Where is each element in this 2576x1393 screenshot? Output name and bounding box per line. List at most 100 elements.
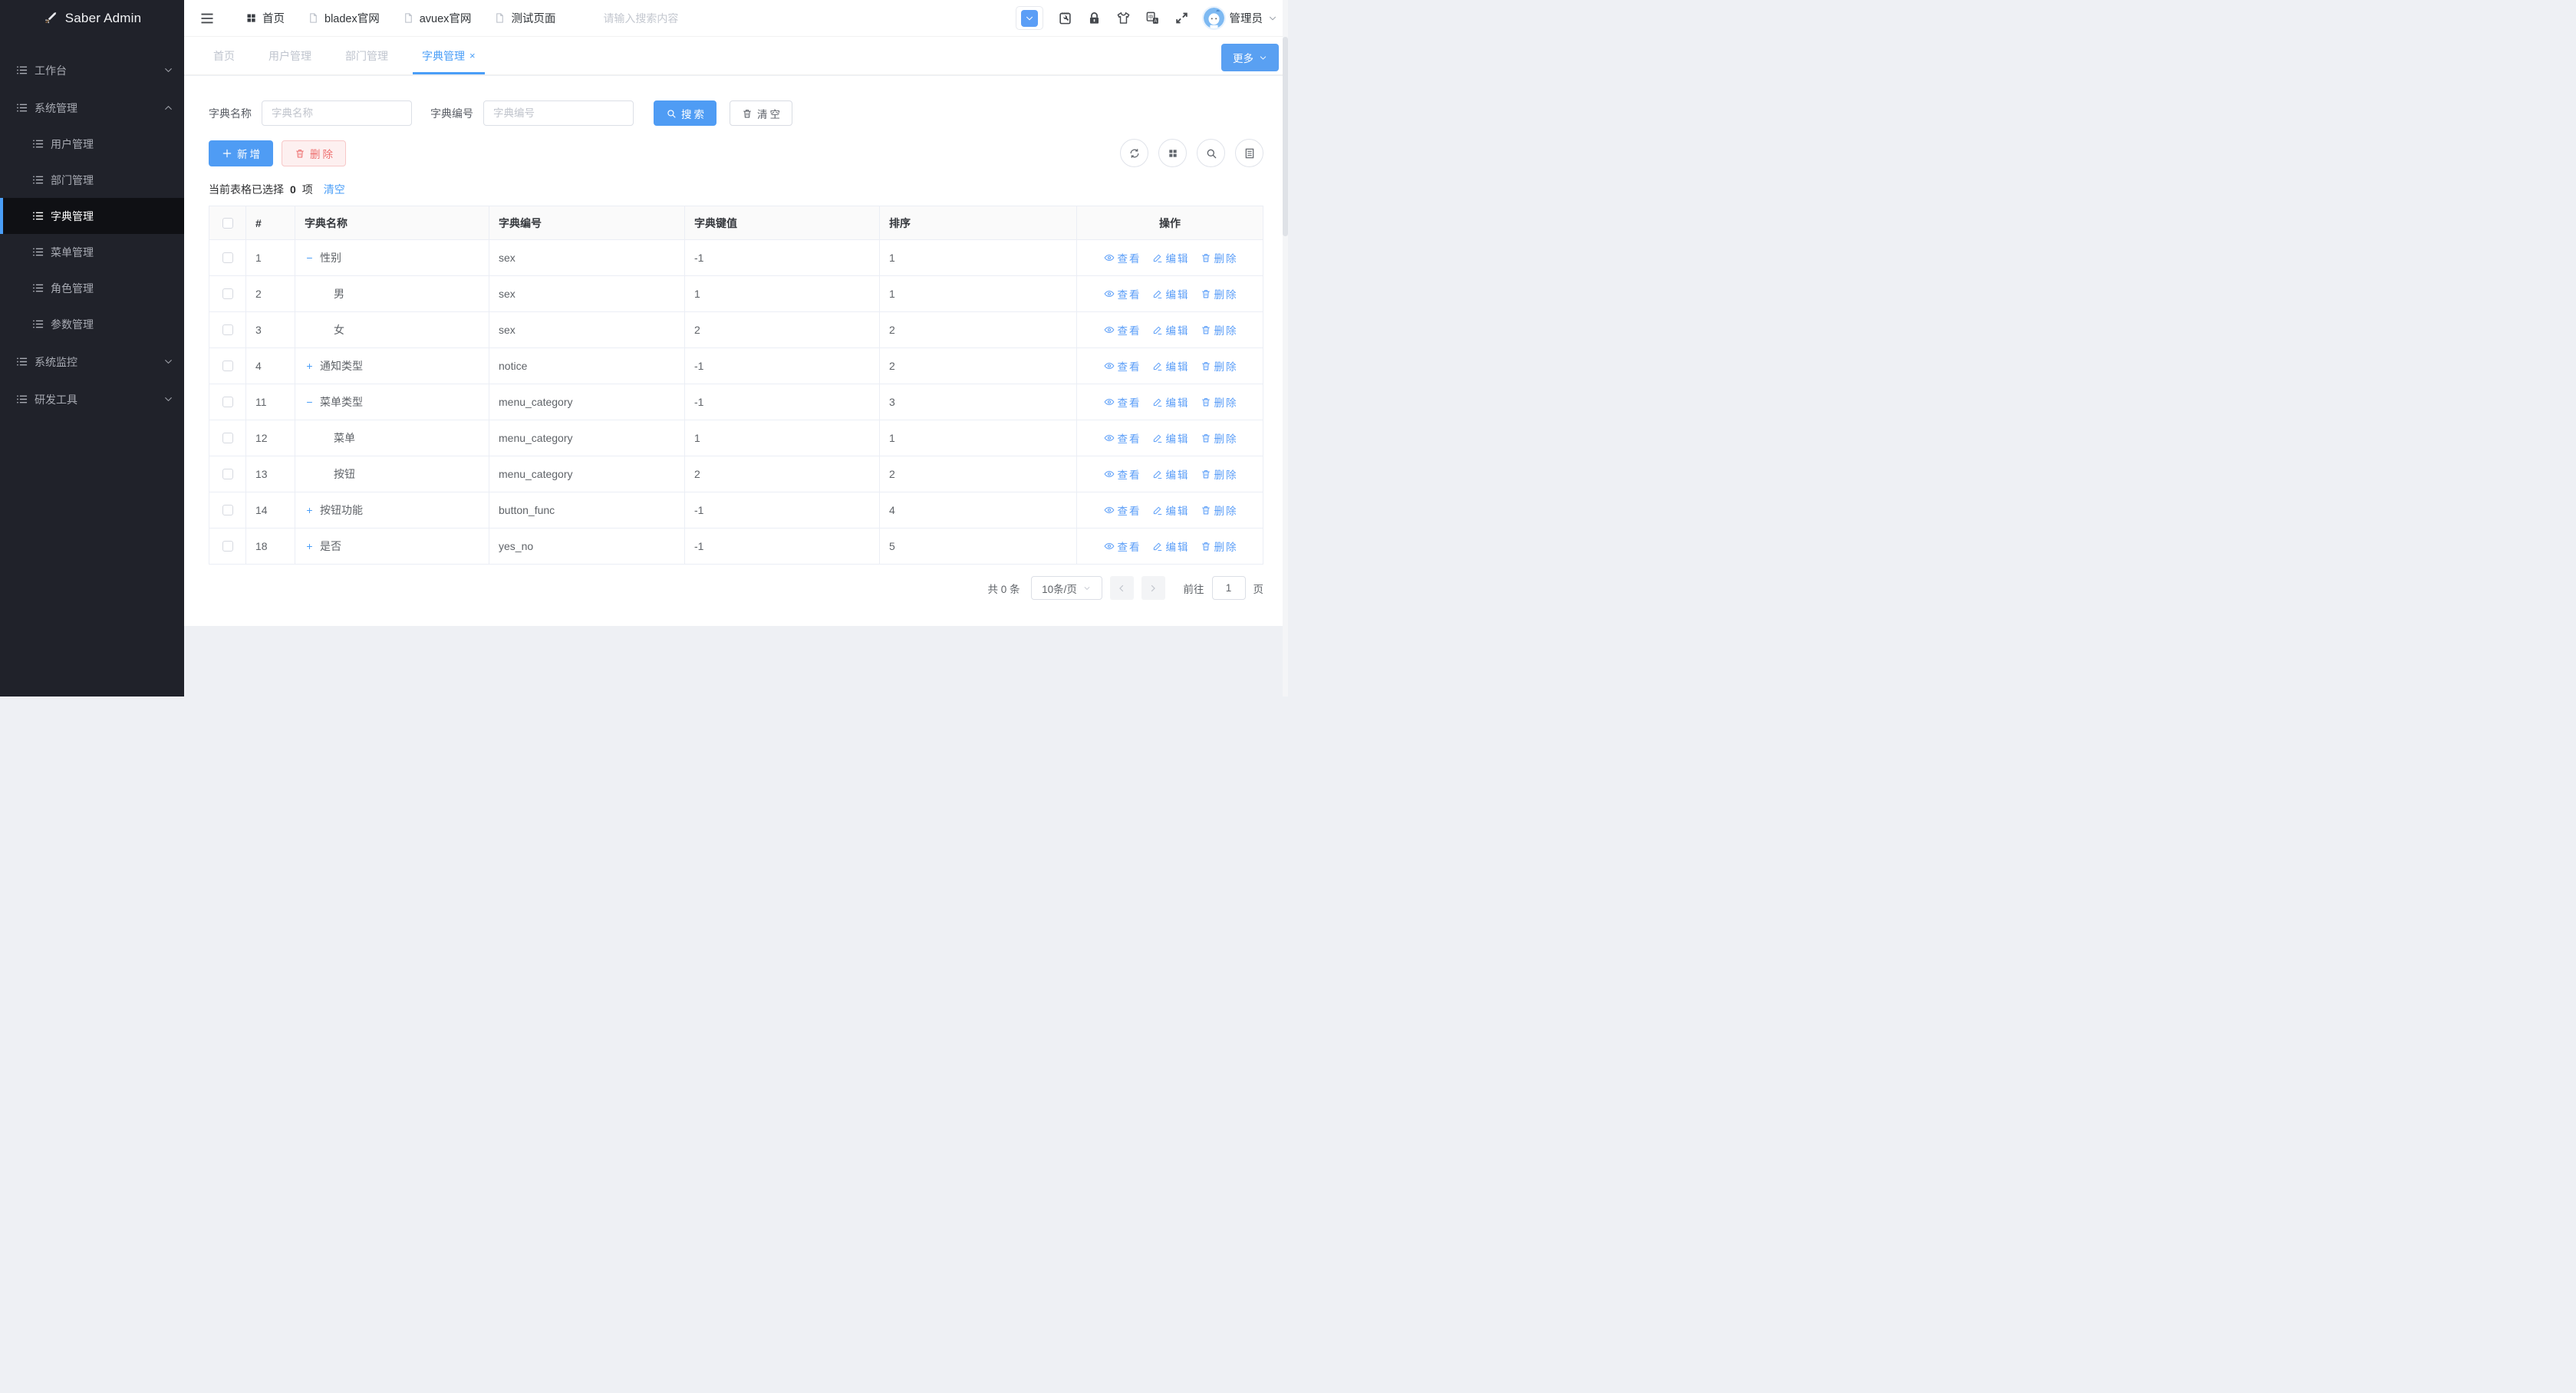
edit-link[interactable]: 编辑 <box>1152 394 1188 410</box>
view-link[interactable]: 查看 <box>1104 394 1140 410</box>
row-checkbox[interactable] <box>222 361 233 371</box>
top-nav-avuex[interactable]: avuex官网 <box>403 10 472 26</box>
page-size-select[interactable]: 10条/页 <box>1031 576 1102 600</box>
document-icon <box>403 12 414 24</box>
table-row: 13 按钮 menu_category 2 2 查看 编辑 删除 <box>209 456 1263 492</box>
sidebar-item-system-monitor[interactable]: 系统监控 <box>0 344 184 380</box>
sidebar-item-workbench[interactable]: 工作台 <box>0 52 184 88</box>
edit-link[interactable]: 编辑 <box>1152 538 1188 554</box>
tab-home[interactable]: 首页 <box>196 37 252 74</box>
edit-link[interactable]: 编辑 <box>1152 358 1188 374</box>
sidebar-item-role-mgmt[interactable]: 角色管理 <box>0 270 184 306</box>
collapse-toggle-icon[interactable]: − <box>305 396 315 408</box>
fullscreen-icon[interactable] <box>1174 11 1189 25</box>
tabs-more-button[interactable]: 更多 <box>1221 44 1279 71</box>
top-nav-home[interactable]: 首页 <box>245 10 285 26</box>
page-input[interactable] <box>1212 576 1246 600</box>
delete-link[interactable]: 删除 <box>1201 502 1237 518</box>
sidebar-item-label: 角色管理 <box>51 281 94 296</box>
row-checkbox[interactable] <box>222 397 233 407</box>
list-icon <box>16 394 28 405</box>
dict-key: 1 <box>685 276 880 312</box>
refresh-button[interactable] <box>1120 139 1148 167</box>
view-link[interactable]: 查看 <box>1104 466 1140 482</box>
tab-dict-mgmt[interactable]: 字典管理 × <box>405 37 492 74</box>
next-page-button[interactable] <box>1141 576 1165 600</box>
delete-button[interactable]: 删除 <box>282 140 346 166</box>
expand-toggle-icon[interactable]: + <box>305 504 315 516</box>
row-checkbox[interactable] <box>222 433 233 443</box>
view-link[interactable]: 查看 <box>1104 250 1140 265</box>
delete-link[interactable]: 删除 <box>1201 430 1237 446</box>
sidebar-item-dev-tools[interactable]: 研发工具 <box>0 381 184 417</box>
row-checkbox[interactable] <box>222 288 233 299</box>
dict-code-input[interactable] <box>483 100 634 126</box>
selection-clear-link[interactable]: 清空 <box>324 182 345 197</box>
global-search-input[interactable] <box>603 12 749 25</box>
delete-link[interactable]: 删除 <box>1201 466 1237 482</box>
search-button[interactable]: 搜索 <box>654 100 716 126</box>
edit-link[interactable]: 编辑 <box>1152 430 1188 446</box>
view-link[interactable]: 查看 <box>1104 358 1140 374</box>
delete-link[interactable]: 删除 <box>1201 286 1237 301</box>
dict-name-label: 字典名称 <box>209 106 252 121</box>
user-menu[interactable]: 管理员 <box>1204 8 1278 28</box>
export-button[interactable] <box>1235 139 1263 167</box>
edit-link[interactable]: 编辑 <box>1152 250 1188 265</box>
sidebar-item-dept-mgmt[interactable]: 部门管理 <box>0 162 184 198</box>
dict-code: sex <box>489 240 685 276</box>
top-menu-toggle-button[interactable] <box>1016 6 1043 30</box>
delete-link[interactable]: 删除 <box>1201 250 1237 265</box>
lock-screen-icon[interactable] <box>1087 11 1102 25</box>
view-link[interactable]: 查看 <box>1104 286 1140 301</box>
delete-link[interactable]: 删除 <box>1201 538 1237 554</box>
top-nav-label: 首页 <box>262 10 285 26</box>
edit-link[interactable]: 编辑 <box>1152 322 1188 338</box>
col-key: 字典键值 <box>685 206 880 240</box>
clear-filters-button[interactable]: 清空 <box>730 100 792 126</box>
dict-name-input[interactable] <box>262 100 412 126</box>
top-nav-testpage[interactable]: 测试页面 <box>494 10 555 26</box>
edit-link[interactable]: 编辑 <box>1152 502 1188 518</box>
tab-dept-mgmt[interactable]: 部门管理 <box>328 37 405 74</box>
add-button[interactable]: 新增 <box>209 140 273 166</box>
tab-close-icon[interactable]: × <box>469 50 476 61</box>
delete-link[interactable]: 删除 <box>1201 358 1237 374</box>
select-all-checkbox[interactable] <box>222 218 233 229</box>
language-switch-icon[interactable] <box>1145 11 1160 25</box>
expand-toggle-icon[interactable]: + <box>305 540 315 552</box>
row-checkbox[interactable] <box>222 541 233 552</box>
column-settings-button[interactable] <box>1158 139 1187 167</box>
scrollbar[interactable] <box>1283 0 1288 696</box>
row-checkbox[interactable] <box>222 505 233 515</box>
collapse-toggle-icon[interactable]: − <box>305 252 315 264</box>
view-link[interactable]: 查看 <box>1104 538 1140 554</box>
pencil-icon <box>1152 541 1163 552</box>
tab-user-mgmt[interactable]: 用户管理 <box>252 37 328 74</box>
sidebar-item-menu-mgmt[interactable]: 菜单管理 <box>0 234 184 270</box>
sidebar-item-user-mgmt[interactable]: 用户管理 <box>0 126 184 162</box>
trash-icon <box>1201 252 1211 263</box>
delete-link[interactable]: 删除 <box>1201 394 1237 410</box>
sidebar-item-system-mgmt[interactable]: 系统管理 <box>0 90 184 126</box>
delete-link[interactable]: 删除 <box>1201 322 1237 338</box>
row-checkbox[interactable] <box>222 469 233 479</box>
view-link[interactable]: 查看 <box>1104 430 1140 446</box>
edit-link[interactable]: 编辑 <box>1152 466 1188 482</box>
theme-skin-icon[interactable] <box>1116 11 1131 25</box>
sidebar-item-param-mgmt[interactable]: 参数管理 <box>0 306 184 342</box>
row-index: 1 <box>246 240 295 276</box>
prev-page-button[interactable] <box>1110 576 1134 600</box>
work-order-icon[interactable] <box>1058 11 1072 25</box>
row-checkbox[interactable] <box>222 252 233 263</box>
view-link[interactable]: 查看 <box>1104 502 1140 518</box>
edit-link[interactable]: 编辑 <box>1152 286 1188 301</box>
scrollbar-thumb[interactable] <box>1283 37 1288 236</box>
expand-toggle-icon[interactable]: + <box>305 360 315 372</box>
collapse-menu-icon[interactable] <box>199 11 215 26</box>
top-nav-bladex[interactable]: bladex官网 <box>308 10 380 26</box>
view-link[interactable]: 查看 <box>1104 322 1140 338</box>
sidebar-item-dict-mgmt[interactable]: 字典管理 <box>0 198 184 234</box>
row-checkbox[interactable] <box>222 324 233 335</box>
toggle-search-button[interactable] <box>1197 139 1225 167</box>
